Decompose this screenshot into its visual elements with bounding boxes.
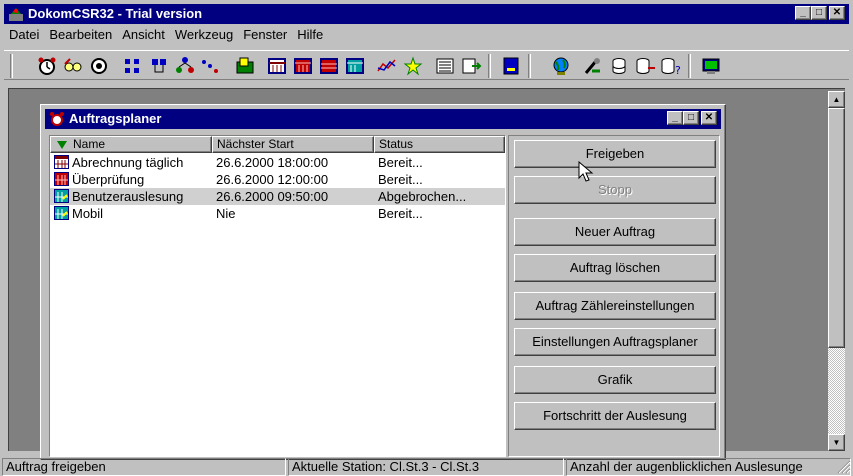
minimize-button[interactable]: _ (795, 6, 811, 20)
calendar-red-2-icon[interactable] (318, 56, 340, 76)
database-query-icon[interactable]: ? (660, 56, 682, 76)
calendar-green-icon[interactable] (344, 56, 366, 76)
resize-grip-icon[interactable] (837, 460, 851, 474)
glasses-icon[interactable] (62, 56, 84, 76)
toolbar-separator (488, 54, 491, 78)
app-icon (9, 8, 23, 21)
menu-werkzeug[interactable]: Werkzeug (170, 27, 238, 42)
zaehlereinstellungen-button[interactable]: Auftrag Zählereinstellungen (514, 292, 716, 320)
status-hint: Auftrag freigeben (2, 458, 286, 476)
list-icon[interactable] (434, 56, 456, 76)
database-icon[interactable] (608, 56, 630, 76)
tree-icon[interactable] (174, 56, 196, 76)
table-row[interactable]: Abrechnung täglich 26.6.2000 18:00:00 Be… (50, 154, 505, 171)
toolbar: ? (4, 50, 849, 80)
calendar-icon (54, 172, 69, 186)
table-row[interactable]: Benutzerauslesung 26.6.2000 09:50:00 Abg… (50, 188, 505, 205)
auftrag-loeschen-button[interactable]: Auftrag löschen (514, 254, 716, 282)
row-status: Bereit... (378, 206, 423, 221)
row-name: Mobil (72, 206, 104, 221)
table-row[interactable]: Überprüfung 26.6.2000 12:00:00 Bereit... (50, 171, 505, 188)
calendar-icon[interactable] (266, 56, 288, 76)
toolbar-separator (528, 54, 531, 78)
menu-fenster[interactable]: Fenster (238, 27, 292, 42)
database-export-icon[interactable] (634, 56, 656, 76)
stopp-button[interactable]: Stopp (514, 176, 716, 204)
neuer-auftrag-button[interactable]: Neuer Auftrag (514, 218, 716, 246)
child-maximize-button[interactable]: □ (683, 111, 699, 125)
child-minimize-button[interactable]: _ (667, 111, 683, 125)
toolbar-separator (10, 54, 13, 78)
auftragsplaner-window: Auftragsplaner _ □ ✕ Name Nächster Start… (40, 104, 726, 460)
close-button[interactable]: ✕ (829, 6, 845, 20)
row-status: Bereit... (378, 155, 423, 170)
status-station: Aktuelle Station: Cl.St.3 - Cl.St.3 (288, 458, 564, 476)
tools-icon[interactable] (582, 56, 604, 76)
row-start: 26.6.2000 18:00:00 (216, 155, 329, 170)
network-icon[interactable] (122, 56, 144, 76)
menu-bar: Datei Bearbeiten Ansicht Werkzeug Fenste… (4, 24, 849, 44)
child-title: Auftragsplaner (69, 111, 162, 126)
menu-hilfe[interactable]: Hilfe (292, 27, 328, 42)
main-window: DokomCSR32 - Trial version _ □ ✕ Datei B… (0, 0, 853, 476)
row-status: Abgebrochen... (378, 189, 467, 204)
scroll-thumb[interactable] (828, 108, 845, 348)
sort-descending-icon (57, 141, 67, 149)
alarm-clock-icon (50, 112, 64, 126)
calendar-green-icon (54, 189, 69, 203)
grafik-button[interactable]: Grafik (514, 366, 716, 394)
table-row[interactable]: Mobil Nie Bereit... (50, 205, 505, 222)
alarm-clock-icon[interactable] (36, 56, 58, 76)
list-arrow-icon[interactable] (460, 56, 482, 76)
row-start: 26.6.2000 09:50:00 (216, 189, 329, 204)
fortschritt-button[interactable]: Fortschritt der Auslesung (514, 402, 716, 430)
list-header: Name Nächster Start Status (50, 136, 505, 153)
calendar-icon (54, 155, 69, 169)
status-readings: Anzahl der augenblicklichen Auslesunge (566, 458, 851, 476)
child-title-bar[interactable]: Auftragsplaner _ □ ✕ (45, 109, 721, 129)
calendar-red-icon[interactable] (292, 56, 314, 76)
child-close-button[interactable]: ✕ (701, 111, 717, 125)
blue-square-icon[interactable] (500, 56, 522, 76)
job-list[interactable]: Name Nächster Start Status Abrechnung tä… (49, 135, 506, 457)
eye-icon[interactable] (88, 56, 110, 76)
scroll-up-arrow-icon[interactable]: ▲ (828, 91, 845, 108)
maximize-button[interactable]: □ (811, 6, 827, 20)
row-status: Bereit... (378, 172, 423, 187)
row-start: 26.6.2000 12:00:00 (216, 172, 329, 187)
row-name: Abrechnung täglich (72, 155, 184, 170)
globe-icon[interactable] (550, 56, 572, 76)
chart-star-icon[interactable] (402, 56, 424, 76)
title-bar[interactable]: DokomCSR32 - Trial version _ □ ✕ (4, 4, 849, 24)
freigeben-button[interactable]: Freigeben (514, 140, 716, 168)
mouse-cursor-icon (578, 161, 594, 182)
menu-ansicht[interactable]: Ansicht (117, 27, 170, 42)
status-bar: Auftrag freigeben Aktuelle Station: Cl.S… (0, 456, 853, 476)
menu-datei[interactable]: Datei (4, 27, 44, 42)
toolbar-separator (688, 54, 691, 78)
button-panel: Freigeben Stopp Neuer Auftrag Auftrag lö… (508, 135, 720, 457)
svg-text:?: ? (675, 64, 681, 76)
scroll-down-arrow-icon[interactable]: ▼ (828, 434, 845, 451)
row-name: Benutzerauslesung (72, 189, 184, 204)
column-header-name[interactable]: Name (50, 136, 212, 153)
screen-icon[interactable] (700, 56, 722, 76)
row-start: Nie (216, 206, 236, 221)
column-header-status[interactable]: Status (374, 136, 505, 153)
chart-line-icon[interactable] (376, 56, 398, 76)
app-title: DokomCSR32 - Trial version (28, 6, 203, 21)
vertical-scrollbar[interactable]: ▲ ▼ (828, 91, 845, 451)
stations-icon[interactable] (148, 56, 170, 76)
einstellungen-auftragsplaner-button[interactable]: Einstellungen Auftragsplaner (514, 328, 716, 356)
column-header-next-start[interactable]: Nächster Start (212, 136, 374, 153)
calendar-green-icon (54, 206, 69, 220)
row-name: Überprüfung (72, 172, 145, 187)
graph-icon[interactable] (200, 56, 222, 76)
menu-bearbeiten[interactable]: Bearbeiten (44, 27, 117, 42)
export-icon[interactable] (234, 56, 256, 76)
